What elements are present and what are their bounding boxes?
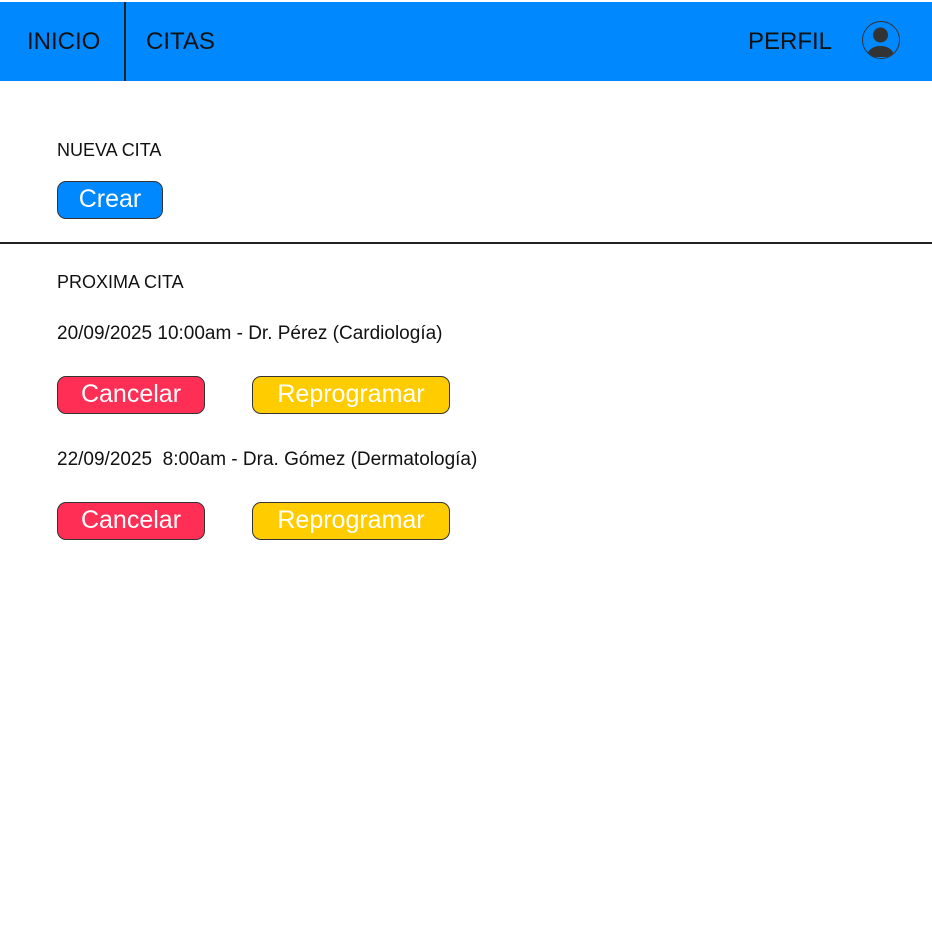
section-divider: [0, 242, 932, 244]
new-appointment-title: NUEVA CITA: [57, 140, 162, 160]
create-appointment-button[interactable]: Crear: [57, 181, 163, 219]
user-avatar-icon[interactable]: [862, 21, 900, 59]
nav-perfil[interactable]: PERFIL: [748, 2, 832, 81]
person-silhouette-icon: [867, 27, 894, 58]
nav-citas[interactable]: CITAS: [146, 2, 215, 81]
nav-inicio[interactable]: INICIO: [27, 2, 100, 81]
reschedule-appointment-button[interactable]: Reprogramar: [252, 502, 450, 540]
nav-divider: [124, 2, 126, 81]
top-navbar: INICIO CITAS PERFIL: [0, 2, 932, 81]
appointment-details: 22/09/2025 8:00am - Dra. Gómez (Dermatol…: [57, 449, 478, 470]
cancel-appointment-button[interactable]: Cancelar: [57, 502, 205, 540]
cancel-appointment-button[interactable]: Cancelar: [57, 376, 205, 414]
upcoming-appointments-title: PROXIMA CITA: [57, 272, 184, 292]
appointment-details: 20/09/2025 10:00am - Dr. Pérez (Cardiolo…: [57, 323, 443, 344]
reschedule-appointment-button[interactable]: Reprogramar: [252, 376, 450, 414]
